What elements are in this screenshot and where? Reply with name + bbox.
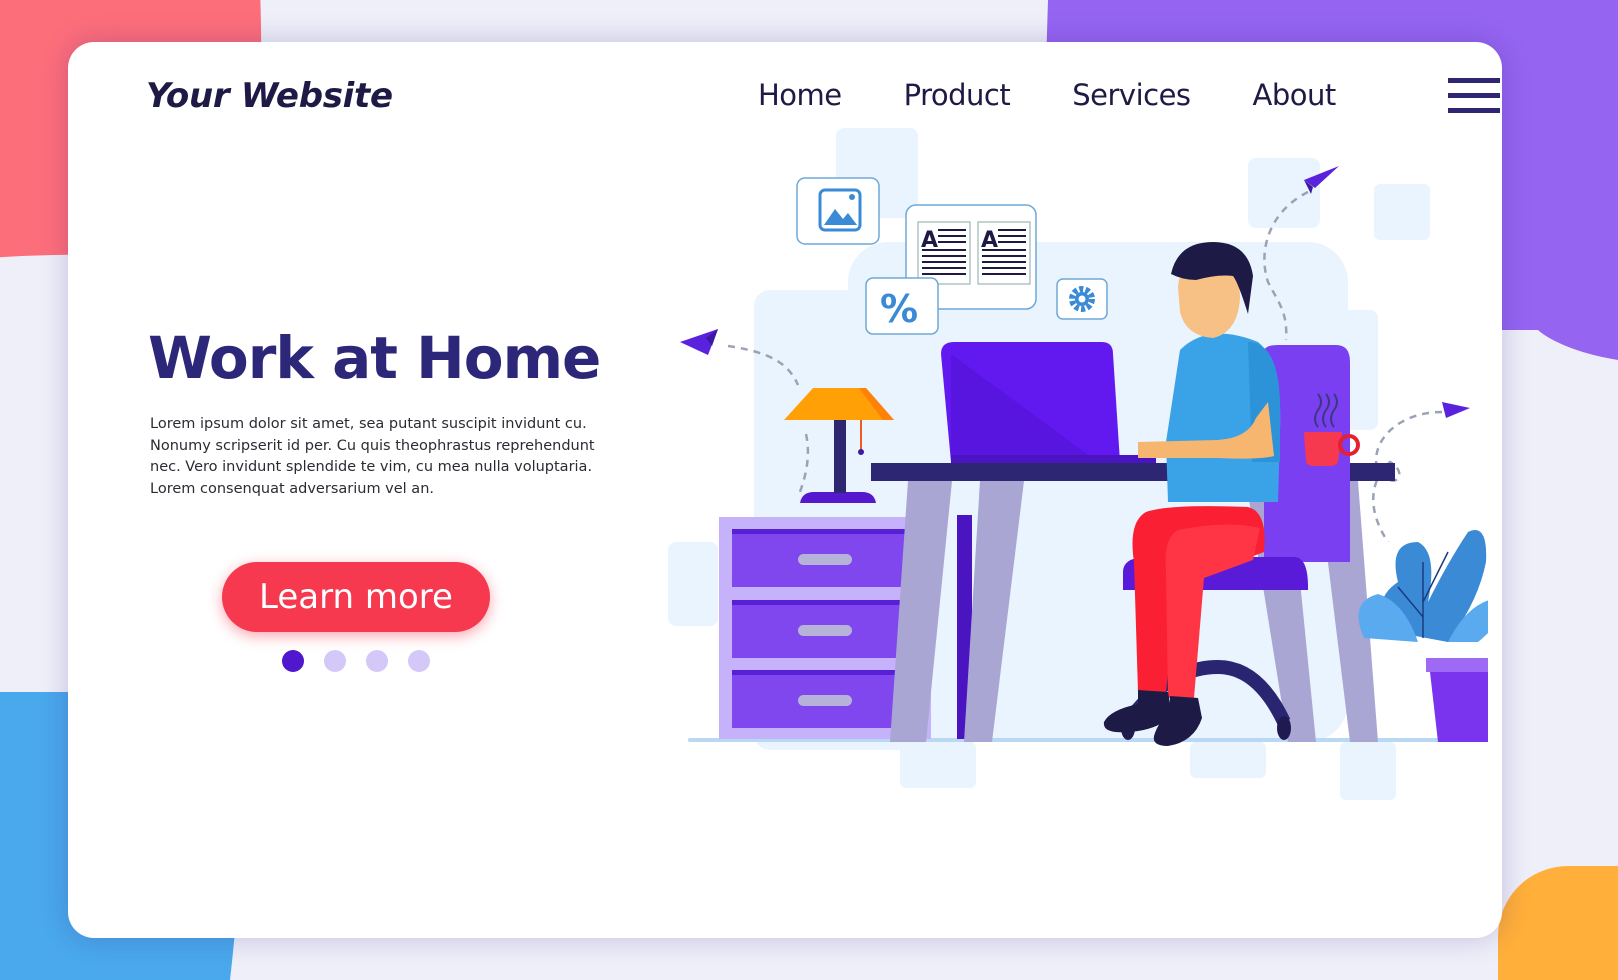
work-at-home-illustration: A A %	[668, 128, 1488, 800]
hamburger-line	[1448, 78, 1500, 83]
svg-text:%: %	[880, 287, 918, 331]
percent-icon: %	[865, 277, 939, 335]
paper-plane-icon	[680, 329, 718, 355]
hamburger-line	[1448, 108, 1500, 113]
carousel-dot-1[interactable]	[282, 650, 304, 672]
nav-services[interactable]: Services	[1072, 78, 1191, 112]
hamburger-line	[1448, 93, 1500, 98]
decorative-blob-orange	[1498, 866, 1618, 980]
carousel-dot-4[interactable]	[408, 650, 430, 672]
hamburger-icon[interactable]	[1448, 78, 1500, 114]
image-icon	[796, 177, 880, 245]
hero-title: Work at Home	[148, 324, 601, 392]
site-logo[interactable]: Your Website	[146, 76, 393, 116]
nav-about[interactable]: About	[1253, 78, 1337, 112]
paper-plane-icon	[1442, 402, 1470, 418]
gear-icon	[1056, 278, 1108, 320]
main-nav: Home Product Services About	[758, 78, 1398, 112]
learn-more-button[interactable]: Learn more	[222, 562, 490, 632]
potted-plant	[1358, 530, 1488, 742]
hero-description: Lorem ipsum dolor sit amet, sea putant s…	[150, 416, 595, 497]
nav-home[interactable]: Home	[758, 78, 842, 112]
carousel-dot-2[interactable]	[324, 650, 346, 672]
nav-product[interactable]: Product	[904, 78, 1011, 112]
landing-page-card: Your Website Home Product Services About…	[68, 42, 1502, 938]
carousel-dot-3[interactable]	[366, 650, 388, 672]
carousel-indicators	[282, 650, 430, 672]
